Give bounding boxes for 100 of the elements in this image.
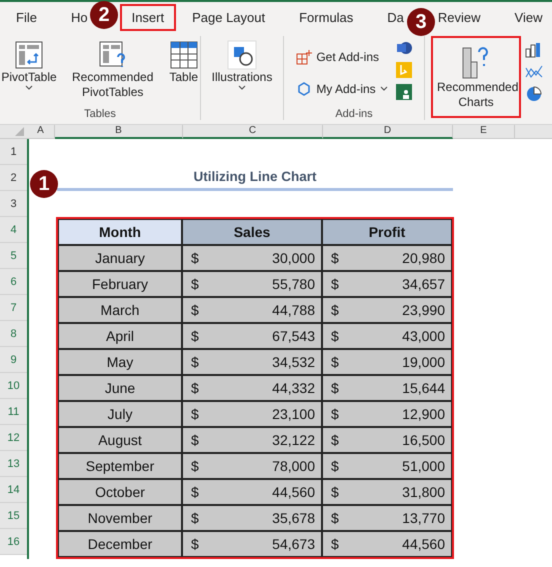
bar-chart-icon[interactable] <box>525 42 543 58</box>
shapes-icon <box>226 40 257 70</box>
visio-icon[interactable] <box>396 40 412 56</box>
table-cell: December <box>58 531 182 557</box>
row-header[interactable]: 3 <box>0 191 27 217</box>
people-graph-icon[interactable] <box>396 84 412 100</box>
ribbon-button[interactable]: PivotTable <box>0 36 62 95</box>
get-addins-button[interactable]: Get Add-ins <box>296 42 388 72</box>
amount: 44,332 <box>272 380 315 396</box>
line-chart-icon[interactable] <box>525 64 543 80</box>
table-cell: May <box>58 349 182 375</box>
row-header[interactable]: 2 <box>0 165 27 191</box>
table-cell: March <box>58 297 182 323</box>
header-cell: Profit <box>322 219 452 245</box>
ribbon-button[interactable]: Recommended PivotTables <box>66 36 160 104</box>
ribbon-tab[interactable]: Insert <box>120 4 176 30</box>
header-cell: Month <box>58 219 182 245</box>
column-header[interactable]: B <box>55 125 183 139</box>
my-addins-button[interactable]: My Add-ins <box>296 74 388 104</box>
row-header[interactable]: 13 <box>0 451 27 477</box>
row-header[interactable]: 10 <box>0 373 27 399</box>
table-cell: February <box>58 271 182 297</box>
amount: 32,122 <box>272 432 315 448</box>
row-header[interactable]: 16 <box>0 529 27 555</box>
amount: 34,532 <box>272 354 315 370</box>
column-header[interactable]: A <box>27 125 55 139</box>
amount: 54,673 <box>272 536 315 552</box>
currency-symbol: $ <box>191 354 199 370</box>
ribbon-tab[interactable]: Da <box>385 4 406 30</box>
hexagon-icon <box>296 81 312 97</box>
row-header[interactable]: 9 <box>0 347 27 373</box>
add-grid-icon <box>296 49 312 65</box>
row-header[interactable]: 12 <box>0 425 27 451</box>
currency-symbol: $ <box>331 380 339 396</box>
amount: 16,500 <box>402 432 445 448</box>
column-header[interactable]: C <box>183 125 323 139</box>
amount: 34,657 <box>402 276 445 292</box>
table-cell: August <box>58 427 182 453</box>
currency-symbol: $ <box>331 250 339 266</box>
step-badge: 1 <box>30 170 58 198</box>
pivot-table-icon <box>14 40 44 70</box>
currency-symbol: $ <box>191 250 199 266</box>
amount: 44,788 <box>272 302 315 318</box>
amount: 44,560 <box>272 484 315 500</box>
currency-symbol: $ <box>191 484 199 500</box>
ribbon-tab[interactable]: Formulas <box>297 4 356 30</box>
amount: 12,900 <box>402 406 445 422</box>
amount: 67,543 <box>272 328 315 344</box>
table-cell: January <box>58 245 182 271</box>
column-header[interactable]: E <box>453 125 515 139</box>
ribbon-tab[interactable]: Review <box>436 4 483 30</box>
group-label: Tables <box>84 108 116 120</box>
table-cell: November <box>58 505 182 531</box>
header-cell: Sales <box>182 219 322 245</box>
table-icon <box>168 40 199 70</box>
amount: 19,000 <box>402 354 445 370</box>
currency-symbol: $ <box>331 536 339 552</box>
table-cell: April <box>58 323 182 349</box>
caret-icon <box>380 86 388 92</box>
table-cell: October <box>58 479 182 505</box>
currency-symbol: $ <box>331 354 339 370</box>
row-header[interactable]: 11 <box>0 399 27 425</box>
currency-symbol: $ <box>191 380 199 396</box>
currency-symbol: $ <box>331 302 339 318</box>
row-header[interactable]: 15 <box>0 503 27 529</box>
ribbon-tab[interactable]: File <box>14 4 39 30</box>
table-cell: July <box>58 401 182 427</box>
illustrations-button[interactable]: Illustrations <box>206 36 278 95</box>
amount: 44,560 <box>402 536 445 552</box>
row-header[interactable]: 8 <box>0 321 27 347</box>
currency-symbol: $ <box>191 406 199 422</box>
row-header[interactable]: 7 <box>0 295 27 321</box>
amount: 55,780 <box>272 276 315 292</box>
row-header[interactable]: 5 <box>0 243 27 269</box>
column-header[interactable]: D <box>323 125 453 139</box>
ribbon-button[interactable]: Table <box>164 36 204 89</box>
ribbon-tab[interactable]: View <box>512 4 544 30</box>
ribbon-tab[interactable]: Ho <box>68 4 90 30</box>
amount: 13,770 <box>402 510 445 526</box>
row-header[interactable]: 6 <box>0 269 27 295</box>
group-label: Add-ins <box>335 108 373 120</box>
row-header[interactable]: 14 <box>0 477 27 503</box>
table-cell: June <box>58 375 182 401</box>
row-header[interactable]: 4 <box>0 217 27 243</box>
amount: 15,644 <box>402 380 445 396</box>
ribbon-tab[interactable]: Page Layout <box>190 4 268 30</box>
table-cell: September <box>58 453 182 479</box>
recommended-charts-button[interactable]: Recommended Charts <box>431 36 521 118</box>
currency-symbol: $ <box>191 276 199 292</box>
currency-symbol: $ <box>191 432 199 448</box>
amount: 51,000 <box>402 458 445 474</box>
amount: 20,980 <box>402 250 445 266</box>
currency-symbol: $ <box>191 510 199 526</box>
currency-symbol: $ <box>331 510 339 526</box>
currency-symbol: $ <box>331 432 339 448</box>
pie-chart-icon[interactable] <box>525 86 543 102</box>
amount: 23,990 <box>402 302 445 318</box>
amount: 30,000 <box>272 250 315 266</box>
row-header[interactable]: 1 <box>0 139 27 165</box>
title-cell: Utilizing Line Chart <box>57 165 453 191</box>
